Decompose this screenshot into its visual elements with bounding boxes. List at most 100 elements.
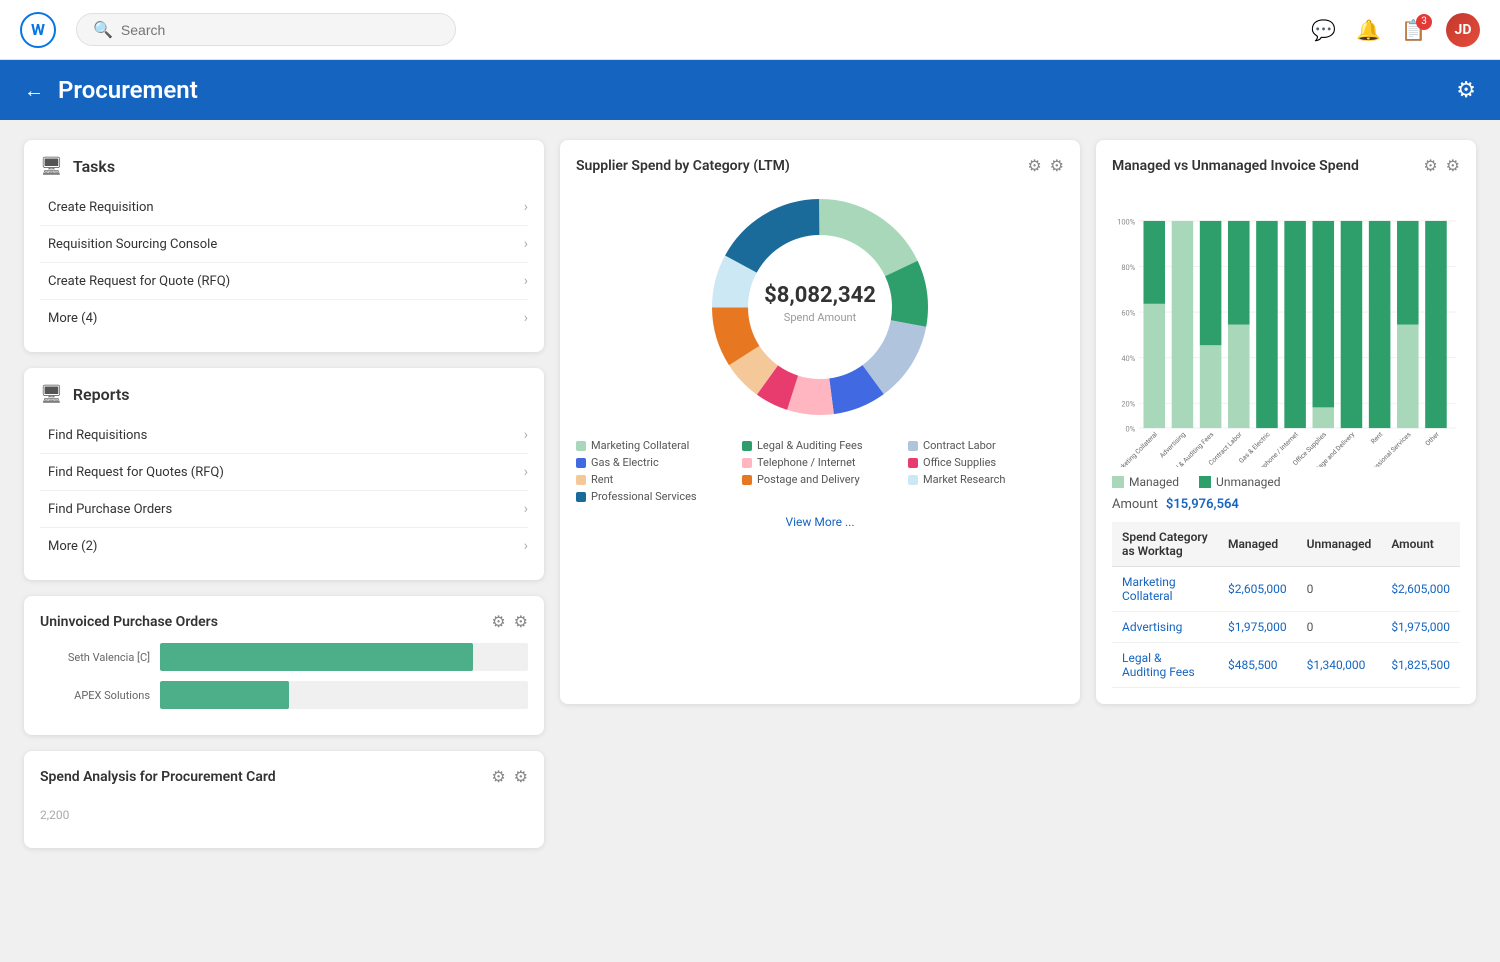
chart-legend: Managed Unmanaged [1112, 475, 1460, 489]
view-more-link[interactable]: View More ... [576, 515, 1064, 529]
chat-icon[interactable]: 💬 [1311, 18, 1336, 42]
reports-card: 🖥 Reports Find Requisitions › Find Reque… [24, 368, 544, 580]
tasks-title: Tasks [73, 157, 115, 176]
cell-amount-1: $2,605,000 [1381, 567, 1460, 612]
legend-marketing-collateral: Marketing Collateral [591, 439, 689, 452]
col-category: Spend Category as Worktag [1112, 522, 1218, 567]
logo-area: W [20, 12, 56, 48]
task-create-rfq[interactable]: Create Request for Quote (RFQ) › [40, 263, 528, 300]
legend-managed: Managed [1129, 475, 1179, 489]
chevron-icon: › [524, 236, 528, 252]
search-input[interactable] [121, 22, 439, 38]
task-more[interactable]: More (4) › [40, 300, 528, 336]
reports-icon: 🖥 [40, 384, 63, 405]
search-icon: 🔍 [93, 20, 113, 39]
po-bar-row-2: APEX Solutions [40, 681, 528, 709]
po-bar-row-1: Seth Valencia [C] [40, 643, 528, 671]
donut-legend: Marketing Collateral Legal & Auditing Fe… [576, 439, 1064, 503]
svg-text:Professional Services: Professional Services [1362, 430, 1413, 467]
chevron-icon: › [524, 427, 528, 443]
po-label-1: Seth Valencia [C] [40, 651, 150, 664]
table-row: Legal & Auditing Fees $485,500 $1,340,00… [1112, 643, 1460, 688]
table-row: Marketing Collateral $2,605,000 0 $2,605… [1112, 567, 1460, 612]
top-nav: W 🔍 💬 🔔 📋 3 JD [0, 0, 1500, 60]
spend-analysis-placeholder: 2,200 [40, 798, 528, 832]
chevron-icon: › [524, 501, 528, 517]
chevron-icon: › [524, 464, 528, 480]
settings-po-icon[interactable]: ⚙ [514, 612, 528, 631]
report-find-requisitions-label: Find Requisitions [40, 428, 147, 443]
avatar[interactable]: JD [1446, 13, 1480, 47]
nav-icons: 💬 🔔 📋 3 JD [1311, 13, 1480, 47]
cell-category-1[interactable]: Marketing Collateral [1112, 567, 1218, 612]
task-more-label: More (4) [40, 311, 97, 326]
search-bar[interactable]: 🔍 [76, 13, 456, 46]
po-card-icons[interactable]: ⚙ ⚙ [491, 612, 528, 631]
legend-professional-services: Professional Services [591, 490, 697, 503]
task-sourcing-console[interactable]: Requisition Sourcing Console › [40, 226, 528, 263]
legend-legal-fees: Legal & Auditing Fees [757, 439, 863, 452]
donut-svg: $8,082,342 Spend Amount [700, 187, 940, 427]
legend-contract-labor: Contract Labor [923, 439, 996, 452]
svg-text:60%: 60% [1121, 308, 1135, 317]
cell-amount-3: $1,825,500 [1381, 643, 1460, 688]
bar-chart-container: 100% 80% 60% 40% 20% 0% [1112, 187, 1460, 467]
settings-spend-icon[interactable]: ⚙ [514, 767, 528, 786]
task-sourcing-console-label: Requisition Sourcing Console [40, 237, 217, 252]
amount-label: Amount [1112, 497, 1158, 512]
report-find-rfq-label: Find Request for Quotes (RFQ) [40, 465, 224, 480]
spend-analysis-icons[interactable]: ⚙ ⚙ [491, 767, 528, 786]
cell-unmanaged-2: 0 [1297, 612, 1382, 643]
svg-text:20%: 20% [1121, 400, 1135, 409]
tasks-card: 🖥 Tasks Create Requisition › Requisition… [24, 140, 544, 352]
svg-text:Spend Amount: Spend Amount [784, 311, 857, 324]
donut-card-icons[interactable]: ⚙ ⚙ [1027, 156, 1064, 175]
chevron-icon: › [524, 538, 528, 554]
col-unmanaged: Unmanaged [1297, 522, 1382, 567]
po-chart: Seth Valencia [C] APEX Solutions [40, 643, 528, 709]
bar-chart-svg: 100% 80% 60% 40% 20% 0% [1112, 187, 1460, 467]
inbox-icon[interactable]: 📋 3 [1401, 18, 1426, 42]
task-create-rfq-label: Create Request for Quote (RFQ) [40, 274, 230, 289]
legend-telephone-internet: Telephone / Internet [757, 456, 856, 469]
report-more[interactable]: More (2) › [40, 528, 528, 564]
report-find-po[interactable]: Find Purchase Orders › [40, 491, 528, 528]
main-content: Supplier Spend by Category (LTM) ⚙ ⚙ [0, 120, 1500, 868]
svg-text:0%: 0% [1126, 424, 1136, 433]
reports-title: Reports [73, 385, 130, 404]
report-find-rfq[interactable]: Find Request for Quotes (RFQ) › [40, 454, 528, 491]
workday-logo: W [20, 12, 56, 48]
task-create-requisition-label: Create Requisition [40, 200, 154, 215]
po-bar-track-2 [160, 681, 528, 709]
bar-chart-title: Managed vs Unmanaged Invoice Spend [1112, 158, 1359, 174]
bar-chart-icons[interactable]: ⚙ ⚙ [1423, 156, 1460, 175]
filter-icon[interactable]: ⚙ [1027, 156, 1041, 175]
filter-po-icon[interactable]: ⚙ [491, 612, 505, 631]
inbox-badge: 3 [1416, 14, 1432, 30]
bar-chart-card: Managed vs Unmanaged Invoice Spend ⚙ ⚙ 1… [1096, 140, 1476, 704]
back-button[interactable]: ← [24, 78, 44, 103]
task-create-requisition[interactable]: Create Requisition › [40, 189, 528, 226]
cell-unmanaged-1: 0 [1297, 567, 1382, 612]
bell-icon[interactable]: 🔔 [1356, 18, 1381, 42]
po-bar-fill-2 [160, 681, 289, 709]
amount-row: Amount $15,976,564 [1112, 497, 1460, 512]
spend-analysis-card: Spend Analysis for Procurement Card ⚙ ⚙ … [24, 751, 544, 848]
report-find-po-label: Find Purchase Orders [40, 502, 172, 517]
settings-donut-icon[interactable]: ⚙ [1050, 156, 1064, 175]
reports-list: Find Requisitions › Find Request for Quo… [40, 417, 528, 564]
amount-value[interactable]: $15,976,564 [1166, 497, 1239, 512]
settings-icon[interactable]: ⚙ [1456, 78, 1476, 103]
legend-market-research: Market Research [923, 473, 1006, 486]
settings-bar-icon[interactable]: ⚙ [1446, 156, 1460, 175]
col-managed: Managed [1218, 522, 1297, 567]
report-find-requisitions[interactable]: Find Requisitions › [40, 417, 528, 454]
tasks-icon: 🖥 [40, 156, 63, 177]
spend-analysis-title: Spend Analysis for Procurement Card [40, 769, 276, 785]
filter-spend-icon[interactable]: ⚙ [491, 767, 505, 786]
cell-unmanaged-3: $1,340,000 [1297, 643, 1382, 688]
filter-bar-icon[interactable]: ⚙ [1423, 156, 1437, 175]
chevron-icon: › [524, 310, 528, 326]
cell-category-3[interactable]: Legal & Auditing Fees [1112, 643, 1218, 688]
cell-category-2[interactable]: Advertising [1112, 612, 1218, 643]
